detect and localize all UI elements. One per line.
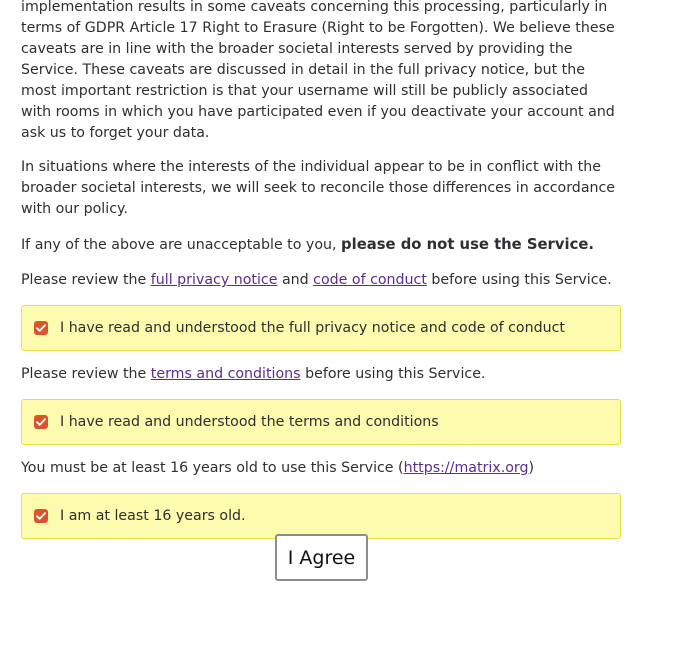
privacy-review-prefix: Please review the [21, 272, 151, 288]
privacy-review-suffix: before using this Service. [426, 272, 612, 288]
checkmark-icon [36, 512, 46, 520]
terms-and-conditions-link[interactable]: terms and conditions [151, 366, 301, 382]
privacy-consent-label: I have read and understood the full priv… [60, 319, 565, 336]
consent-form: implementation results in some caveats c… [21, 0, 621, 552]
unacceptable-text: If any of the above are unacceptable to … [21, 237, 342, 253]
terms-consent-option[interactable]: I have read and understood the terms and… [21, 399, 621, 445]
age-notice-prefix: You must be at least 16 years old to use… [21, 460, 404, 476]
code-of-conduct-link[interactable]: code of conduct [313, 272, 427, 288]
do-not-use-warning: please do not use the Service. [341, 236, 595, 253]
privacy-consent-checkbox[interactable] [34, 321, 48, 335]
unacceptable-paragraph: If any of the above are unacceptable to … [21, 234, 621, 256]
privacy-review-text: Please review the full privacy notice an… [21, 270, 621, 291]
age-notice-suffix: ) [528, 460, 535, 476]
agree-button-container: I Agree [275, 534, 368, 581]
checkmark-icon [36, 324, 46, 332]
age-consent-label: I am at least 16 years old. [60, 507, 246, 524]
matrix-org-link[interactable]: https://matrix.org [404, 460, 529, 476]
terms-review-text: Please review the terms and conditions b… [21, 364, 621, 385]
age-requirement-text: You must be at least 16 years old to use… [21, 458, 621, 479]
checkmark-icon [36, 418, 46, 426]
terms-review-prefix: Please review the [21, 366, 151, 382]
terms-review-suffix: before using this Service. [300, 366, 486, 382]
conflict-paragraph: In situations where the interests of the… [21, 159, 616, 217]
terms-consent-label: I have read and understood the terms and… [60, 413, 439, 430]
caveats-paragraph: implementation results in some caveats c… [21, 0, 615, 141]
privacy-review-middle: and [277, 272, 314, 288]
age-consent-checkbox[interactable] [34, 509, 48, 523]
privacy-consent-option[interactable]: I have read and understood the full priv… [21, 305, 621, 351]
privacy-notice-link[interactable]: full privacy notice [151, 272, 278, 288]
age-consent-option[interactable]: I am at least 16 years old. [21, 493, 621, 539]
terms-consent-checkbox[interactable] [34, 415, 48, 429]
agree-button[interactable]: I Agree [275, 534, 368, 581]
